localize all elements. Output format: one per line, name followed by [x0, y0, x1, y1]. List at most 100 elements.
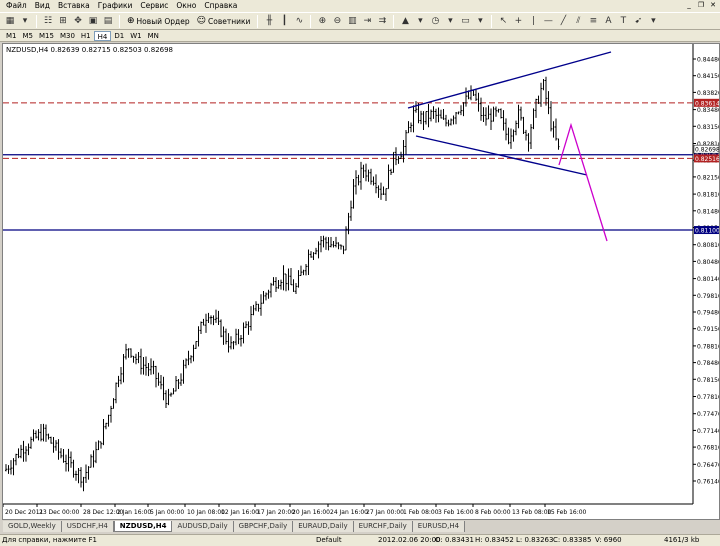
new-order-label: Новый Ордер: [136, 16, 190, 26]
timeframe-h1[interactable]: H1: [78, 31, 94, 41]
indicators-icon[interactable]: ▲: [398, 14, 412, 28]
timeframe-w1[interactable]: W1: [127, 31, 144, 41]
tab-audusd-daily[interactable]: AUDUSD,Daily: [172, 521, 234, 532]
status-help: Для справки, нажмите F1: [2, 536, 97, 544]
timeframe-bar: M1 M5 M15 M30 H1 H4 D1 W1 MN: [0, 30, 720, 42]
close-icon[interactable]: ✕: [708, 1, 718, 10]
periods-icon[interactable]: ◷: [428, 14, 442, 28]
target-line-tag-label: 0.81100: [695, 228, 719, 235]
tab-usdchf-h4[interactable]: USDCHF,H4: [61, 521, 114, 532]
timeframe-d1[interactable]: D1: [111, 31, 127, 41]
status-traffic: 4161/3 kb: [664, 536, 700, 544]
zoom-in-icon[interactable]: ⊕: [315, 14, 329, 28]
tab-gbpchf-daily[interactable]: GBPCHF,Daily: [233, 521, 294, 532]
time-tick-label: 5 Jan 00:00: [150, 509, 184, 516]
cursor-icon[interactable]: ↖: [496, 14, 510, 28]
chart-background: [3, 44, 719, 519]
market-watch-icon[interactable]: ☷: [41, 14, 55, 28]
time-tick-label: 10 Jan 08:00: [187, 509, 225, 516]
time-tick-label: 3 Feb 16:00: [438, 509, 474, 516]
fibonacci-icon[interactable]: ≡: [586, 14, 600, 28]
advisors-button[interactable]: ☺ Советники: [194, 14, 254, 29]
price-tick-label: 0.79150: [697, 326, 719, 333]
menu-charts[interactable]: Графики: [94, 0, 137, 12]
price-tick-label: 0.77810: [697, 394, 719, 401]
price-tick-label: 0.82150: [697, 174, 719, 181]
menu-window[interactable]: Окно: [172, 0, 200, 12]
terminal-window: Файл Вид Вставка Графики Сервис Окно Спр…: [0, 0, 720, 546]
price-tick-label: 0.80810: [697, 242, 719, 249]
templates-icon[interactable]: ▭: [458, 14, 472, 28]
channel-icon[interactable]: ⫽: [571, 14, 585, 28]
tab-gold-weekly[interactable]: GOLD,Weekly: [3, 521, 62, 532]
trendline-icon[interactable]: ╱: [556, 14, 570, 28]
price-tick-label: 0.80480: [697, 259, 719, 266]
timeframe-m30[interactable]: M30: [57, 31, 78, 41]
menu-bar: Файл Вид Вставка Графики Сервис Окно Спр…: [0, 0, 720, 12]
autoscroll-icon[interactable]: ⇉: [375, 14, 389, 28]
timeframe-mn[interactable]: MN: [145, 31, 162, 41]
tab-eurusd-h4[interactable]: EURUSD,H4: [412, 521, 466, 532]
tester-icon[interactable]: ▤: [101, 14, 115, 28]
chart-window[interactable]: 0.844800.841500.838200.834800.831500.828…: [2, 43, 720, 520]
arrows-icon[interactable]: ➹: [631, 14, 645, 28]
time-tick-label: 12 Jan 16:00: [221, 509, 259, 516]
time-tick-label: 23 Dec 00:00: [39, 509, 80, 516]
time-tick-label: 27 Jan 00:00: [366, 509, 404, 516]
text-icon[interactable]: A: [601, 14, 615, 28]
timeframe-m5[interactable]: M5: [20, 31, 37, 41]
horizontal-line-icon[interactable]: —: [541, 14, 555, 28]
vertical-line-icon[interactable]: |: [526, 14, 540, 28]
candlestick-icon[interactable]: ┃: [277, 14, 291, 28]
periods-dropdown-icon[interactable]: ▾: [443, 14, 457, 28]
time-tick-label: 24 Jan 16:00: [330, 509, 368, 516]
menu-file[interactable]: Файл: [2, 0, 31, 12]
price-tick-label: 0.78810: [697, 343, 719, 350]
status-open: O: 0.83431: [435, 536, 474, 544]
bar-chart-icon[interactable]: ╫: [262, 14, 276, 28]
new-order-button[interactable]: ⊕ Новый Ордер: [124, 14, 193, 29]
zoom-out-icon[interactable]: ⊖: [330, 14, 344, 28]
templates-dropdown-icon[interactable]: ▾: [473, 14, 487, 28]
price-tick-label: 0.83480: [697, 107, 719, 114]
new-chart-icon[interactable]: ▦: [3, 14, 17, 28]
price-tick-label: 0.79810: [697, 293, 719, 300]
window-controls: _ ❐ ✕: [684, 1, 718, 10]
chart-tabs: GOLD,Weekly USDCHF,H4 NZDUSD,H4 AUDUSD,D…: [0, 521, 720, 533]
price-chart[interactable]: 0.844800.841500.838200.834800.831500.828…: [3, 44, 719, 519]
navigator-icon[interactable]: ✥: [71, 14, 85, 28]
resistance-line-tag-label: 0.83614: [695, 100, 719, 107]
price-tick-label: 0.80140: [697, 276, 719, 283]
tile-windows-icon[interactable]: ▥: [345, 14, 359, 28]
label-icon[interactable]: T: [616, 14, 630, 28]
support-line-red-tag-label: 0.82516: [695, 156, 719, 163]
menu-help[interactable]: Справка: [200, 0, 241, 12]
time-tick-label: 13 Feb 08:00: [512, 509, 552, 516]
tab-eurchf-daily[interactable]: EURCHF,Daily: [353, 521, 413, 532]
status-close: C: 0.83385: [553, 536, 592, 544]
price-tick-label: 0.79480: [697, 309, 719, 316]
terminal-icon[interactable]: ▣: [86, 14, 100, 28]
line-chart-icon[interactable]: ∿: [292, 14, 306, 28]
status-bar: Для справки, нажмите F1 Default 2012.02.…: [0, 534, 720, 546]
timeframe-h4[interactable]: H4: [93, 30, 112, 41]
crosshair-icon[interactable]: +: [511, 14, 525, 28]
menu-tools[interactable]: Сервис: [136, 0, 172, 12]
arrows-dropdown-icon[interactable]: ▾: [646, 14, 660, 28]
price-tick-label: 0.81480: [697, 208, 719, 215]
timeframe-m1[interactable]: M1: [3, 31, 20, 41]
minimize-icon[interactable]: _: [684, 1, 694, 10]
price-tick-label: 0.76810: [697, 445, 719, 452]
indicators-dropdown-icon[interactable]: ▾: [413, 14, 427, 28]
toolbar: ▦ ▾ ☷ ⊞ ✥ ▣ ▤ ⊕ Новый Ордер ☺ Советники …: [0, 12, 720, 30]
menu-view[interactable]: Вид: [31, 0, 54, 12]
chart-shift-icon[interactable]: ⇥: [360, 14, 374, 28]
menu-insert[interactable]: Вставка: [54, 0, 94, 12]
restore-icon[interactable]: ❐: [696, 1, 706, 10]
price-tick-label: 0.81810: [697, 192, 719, 199]
tab-euraud-daily[interactable]: EURAUD,Daily: [293, 521, 354, 532]
profiles-icon[interactable]: ▾: [18, 14, 32, 28]
tab-nzdusd-h4[interactable]: NZDUSD,H4: [113, 521, 173, 532]
timeframe-m15[interactable]: M15: [36, 31, 57, 41]
data-window-icon[interactable]: ⊞: [56, 14, 70, 28]
